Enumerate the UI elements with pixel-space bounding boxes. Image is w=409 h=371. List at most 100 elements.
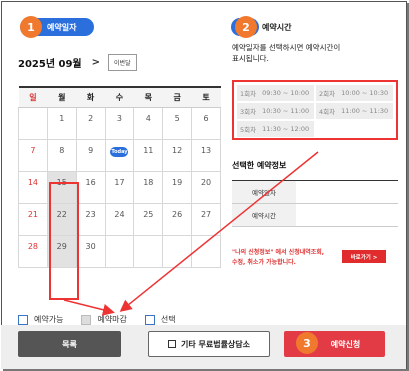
- slot-label: 3회차: [240, 108, 257, 116]
- time-hint-line2: 표시됩니다.: [232, 54, 269, 63]
- step-1-label: 예약일자: [47, 22, 77, 32]
- legend-available-label: 예약가능: [34, 315, 64, 324]
- calendar-week: 7 8 9 Today 11 12 13: [18, 138, 221, 172]
- calendar-day[interactable]: 6: [191, 106, 221, 140]
- step-3-number: 3: [296, 332, 318, 354]
- weekday-mon: 월: [47, 86, 77, 108]
- notice-line1: "나의 신청정보" 에서 신청내역조회,: [232, 249, 325, 256]
- calendar-day[interactable]: 28: [18, 234, 48, 268]
- my-application-notice: "나의 신청정보" 에서 신청내역조회, 수정, 취소가 가능합니다.: [232, 248, 337, 268]
- calendar-day-empty: [133, 234, 164, 268]
- calendar-day[interactable]: 21: [18, 202, 48, 236]
- calendar-day[interactable]: 30: [75, 234, 106, 268]
- calendar-day[interactable]: 16: [75, 170, 106, 204]
- time-slot-grid: 1회차 09:30 ~ 10:00 2회차 10:00 ~ 10:30 3회차 10:…: [237, 85, 393, 137]
- legend-selected-label: 선택: [160, 315, 176, 324]
- calendar-week: 1 2 3 4 5 6: [18, 106, 221, 140]
- legend-closed-label: 예약마감: [97, 315, 127, 324]
- calendar-day[interactable]: 3: [104, 106, 135, 140]
- month-title: 2025년 09월: [18, 59, 82, 70]
- weekday-tue: 화: [76, 86, 106, 108]
- calendar-week: 14 15 16 17 18 19 20: [18, 170, 221, 204]
- time-slot[interactable]: 3회차 10:30 ~ 11:00: [237, 103, 314, 119]
- calendar-day[interactable]: 24: [104, 202, 135, 236]
- calendar-legend: 예약가능 예약마감 선택: [18, 314, 194, 325]
- calendar-day[interactable]: 11: [133, 138, 164, 172]
- slot-time: 10:30 ~ 11:00: [262, 107, 310, 115]
- weekday-fri: 금: [162, 86, 192, 108]
- step-1-number: 1: [20, 16, 42, 38]
- calendar-day[interactable]: 20: [191, 170, 221, 204]
- calendar-day[interactable]: 2: [75, 106, 106, 140]
- calendar-day[interactable]: 25: [133, 202, 164, 236]
- legend-selected-swatch: [144, 314, 155, 325]
- selected-time-row: 예약시간: [232, 203, 398, 227]
- today-badge: Today: [110, 146, 129, 157]
- calendar-day[interactable]: 19: [162, 170, 193, 204]
- selected-date-label: 예약일자: [232, 180, 296, 204]
- weekday-row: 일 월 화 수 목 금 토: [18, 86, 221, 108]
- time-slot[interactable]: 4회차 11:00 ~ 11:30: [316, 103, 393, 119]
- calendar-day[interactable]: 4: [133, 106, 164, 140]
- weekday-wed: 수: [105, 86, 134, 108]
- calendar-day[interactable]: 1: [46, 106, 77, 140]
- go-to-my-application-button[interactable]: 바로가기 >: [342, 250, 386, 263]
- calendar-day-empty: [18, 106, 48, 140]
- calendar-day-closed[interactable]: 15: [46, 170, 77, 204]
- calendar-day[interactable]: 26: [162, 202, 193, 236]
- calendar-day[interactable]: 13: [191, 138, 221, 172]
- selected-time-value: [296, 203, 398, 227]
- calendar-week: 28 29 30: [18, 234, 221, 268]
- calendar-day-empty: [191, 234, 221, 268]
- calendar-day-closed[interactable]: 22: [46, 202, 77, 236]
- calendar-day-empty: [162, 234, 193, 268]
- calendar-day[interactable]: 9: [75, 138, 106, 172]
- free-legal-consult-button[interactable]: 기타 무료법률상담소: [148, 331, 270, 357]
- legend-closed-swatch: [81, 314, 92, 325]
- weekday-sat: 토: [191, 86, 221, 108]
- calendar-day-closed[interactable]: 29: [46, 234, 77, 268]
- time-slot[interactable]: 2회차 10:00 ~ 10:30: [316, 85, 393, 101]
- legend-available-swatch: [18, 314, 28, 325]
- slot-label: 2회차: [319, 90, 336, 98]
- step-2-label: 예약시간: [262, 22, 292, 32]
- calendar-day[interactable]: 27: [191, 202, 221, 236]
- weekday-thu: 목: [133, 86, 163, 108]
- calendar-day[interactable]: 12: [162, 138, 193, 172]
- calendar-day[interactable]: 18: [133, 170, 164, 204]
- slot-label: 4회차: [319, 108, 336, 116]
- time-slot[interactable]: 1회차 09:30 ~ 10:00: [237, 85, 314, 101]
- calendar-day[interactable]: 7: [18, 138, 48, 172]
- weekday-sun: 일: [18, 86, 48, 108]
- step-2-header: 2 예약시간: [231, 16, 292, 38]
- time-slot-panel: 1회차 09:30 ~ 10:00 2회차 10:00 ~ 10:30 3회차 10:…: [232, 80, 398, 140]
- calendar-day[interactable]: 14: [18, 170, 48, 204]
- time-hint: 예약일자를 선택하시면 예약시간이 표시됩니다.: [232, 42, 397, 64]
- slot-time: 11:30 ~ 12:00: [262, 125, 310, 133]
- list-button[interactable]: 목록: [18, 331, 121, 357]
- free-legal-consult-label: 기타 무료법률상담소: [180, 339, 251, 349]
- selected-time-label: 예약시간: [232, 203, 296, 227]
- slot-time: 11:00 ~ 11:30: [341, 107, 389, 115]
- calendar-table: 일 월 화 수 목 금 토 1 2 3 4 5 6 7 8 9 Today 11…: [18, 86, 221, 268]
- calendar-day[interactable]: 23: [75, 202, 106, 236]
- selected-info-table: 예약일자 예약시간: [232, 180, 398, 227]
- slot-label: 5회차: [240, 126, 257, 134]
- slot-label: 1회차: [240, 90, 257, 98]
- time-slot[interactable]: 5회차 11:30 ~ 12:00: [237, 121, 314, 137]
- step-2-number: 2: [235, 16, 257, 38]
- notice-line2: 수정, 취소가 가능합니다.: [232, 259, 296, 266]
- step-1-header: 1 예약일자: [20, 16, 94, 38]
- this-month-button[interactable]: 이번달: [108, 54, 137, 71]
- external-link-icon: [167, 340, 176, 348]
- calendar-day[interactable]: 17: [104, 170, 135, 204]
- legend-available: 예약가능: [18, 314, 63, 325]
- next-month-arrow[interactable]: >: [92, 57, 100, 68]
- slot-time: 09:30 ~ 10:00: [262, 89, 310, 97]
- month-navigation: 2025년 09월 > 이번달: [18, 54, 137, 71]
- legend-closed: 예약마감: [81, 314, 127, 325]
- calendar-day[interactable]: 8: [46, 138, 77, 172]
- slot-time: 10:00 ~ 10:30: [341, 89, 389, 97]
- calendar-day-today[interactable]: Today: [104, 138, 135, 172]
- calendar-day[interactable]: 5: [162, 106, 193, 140]
